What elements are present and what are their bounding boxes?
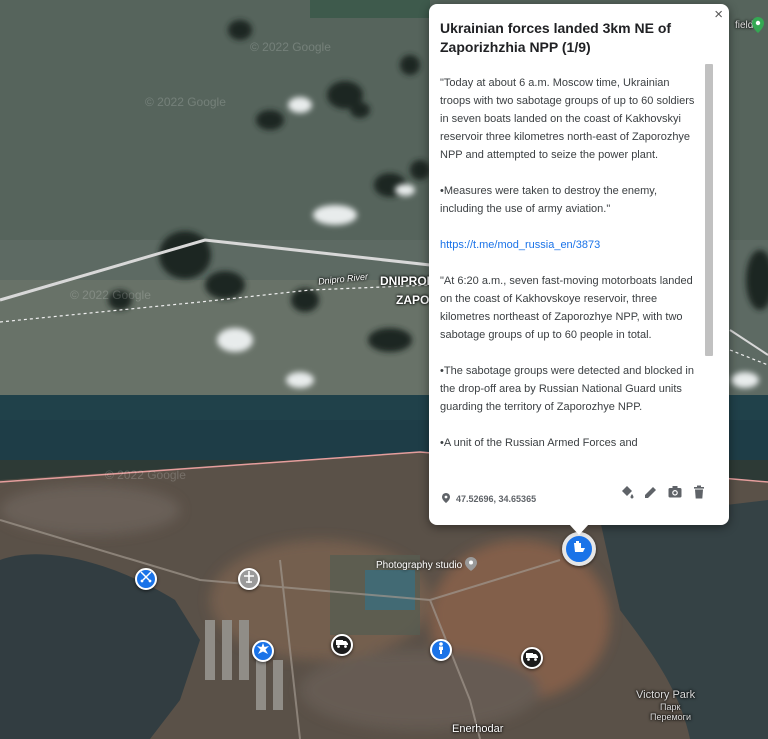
- coordinates-text: 47.52696, 34.65365: [456, 494, 537, 504]
- enerhodar-label: Enerhodar: [452, 723, 504, 735]
- feature-info-popup[interactable]: × Ukrainian forces landed 3km NE of Zapo…: [429, 4, 729, 535]
- green-place-pin-icon[interactable]: [752, 17, 764, 38]
- close-icon[interactable]: ×: [714, 6, 723, 23]
- victory-park-label: Victory Park: [636, 689, 696, 701]
- victory-park-ru-label2: Перемоги: [650, 712, 691, 722]
- field-label: field: [735, 20, 754, 31]
- description-paragraph: •The sabotage groups were detected and b…: [440, 365, 694, 413]
- aircraft-marker[interactable]: [238, 568, 260, 590]
- person-marker[interactable]: [430, 639, 452, 661]
- popup-title: Ukrainian forces landed 3km NE of Zapori…: [440, 20, 672, 55]
- paint-bucket-icon[interactable]: [619, 484, 635, 500]
- person-icon: [435, 641, 447, 659]
- camera-icon[interactable]: [667, 484, 683, 500]
- description-paragraph: "Today at about 6 a.m. Moscow time, Ukra…: [440, 77, 695, 161]
- location-pin-icon: [442, 493, 450, 505]
- popup-description[interactable]: "Today at about 6 a.m. Moscow time, Ukra…: [440, 74, 702, 474]
- description-paragraph: •A unit of the Russian Armed Forces and: [440, 437, 638, 449]
- description-paragraph: •Measures were taken to destroy the enem…: [440, 185, 658, 215]
- boat-icon: [572, 540, 586, 559]
- victory-park-ru-label1: Парк: [660, 702, 681, 712]
- truck-icon: [526, 649, 538, 667]
- photo-studio-poi[interactable]: Photography studio: [376, 557, 478, 574]
- explosion-icon: [257, 642, 269, 660]
- explosion-marker[interactable]: [252, 640, 274, 662]
- truck-icon: [336, 636, 348, 654]
- truck-marker-2[interactable]: [521, 647, 543, 669]
- city-label-line2: ZAPO: [396, 293, 430, 307]
- map-watermark: © 2022 Google: [105, 468, 186, 482]
- selected-boat-marker[interactable]: [562, 532, 596, 566]
- popup-scrollbar[interactable]: [705, 64, 713, 356]
- place-pin-icon: [465, 557, 478, 574]
- description-paragraph: "At 6:20 a.m., seven fast-moving motorbo…: [440, 275, 693, 341]
- city-label-line1: DNIPROP: [380, 274, 435, 288]
- source-link[interactable]: https://t.me/mod_russia_en/3873: [440, 239, 600, 251]
- map-watermark: © 2022 Google: [145, 95, 226, 109]
- photo-studio-label: Photography studio: [376, 560, 463, 571]
- map-watermark: © 2022 Google: [250, 40, 331, 54]
- crossed-swords-icon: [140, 570, 152, 588]
- coordinates-row: 47.52696, 34.65365: [442, 493, 536, 505]
- aircraft-icon: [243, 570, 255, 588]
- truck-marker[interactable]: [331, 634, 353, 656]
- popup-pointer: [569, 524, 589, 535]
- edit-pencil-icon[interactable]: [643, 484, 659, 500]
- trash-icon[interactable]: [691, 484, 707, 500]
- crossed-swords-marker[interactable]: [135, 568, 157, 590]
- popup-toolbar: [619, 484, 707, 500]
- map-watermark: © 2022 Google: [70, 288, 151, 302]
